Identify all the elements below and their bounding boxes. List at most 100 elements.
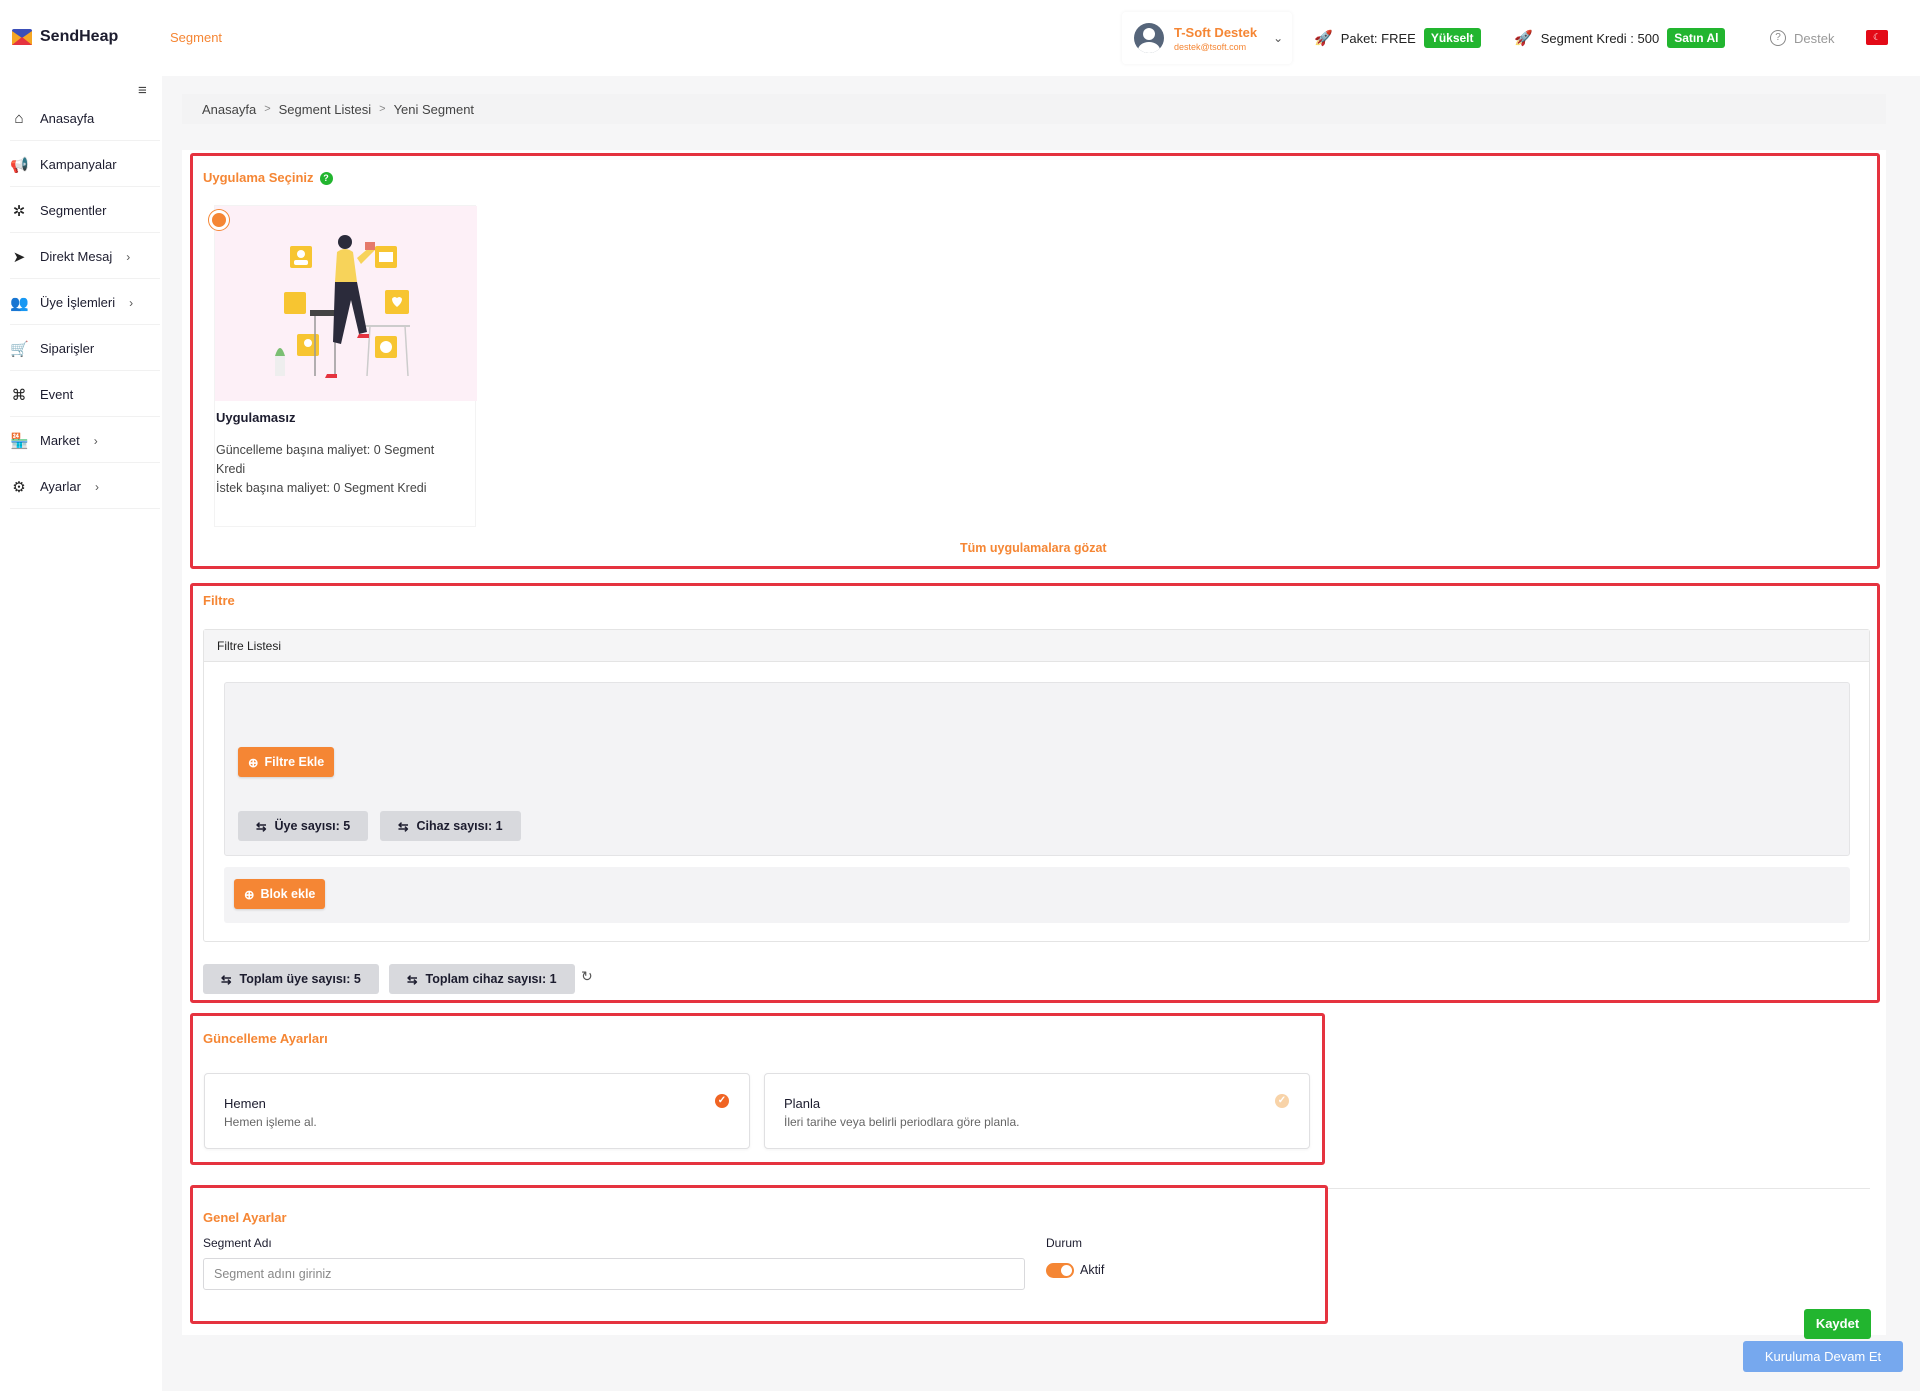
filter-title: Filtre	[203, 593, 235, 608]
general-settings-section	[190, 1185, 1328, 1324]
sidebar-item-kampanyalar[interactable]: 📢 Kampanyalar	[10, 143, 160, 187]
app-name: SendHeap	[40, 28, 119, 45]
page-tag: Segment	[170, 30, 223, 45]
chevron-right-icon: ›	[94, 479, 99, 494]
cost-update-text: Güncelleme başına maliyet: 0 Segment Kre…	[216, 443, 435, 476]
option-title: Planla	[784, 1096, 821, 1111]
general-settings-title: Genel Ayarlar	[203, 1210, 287, 1225]
app-radio-selected[interactable]	[209, 210, 229, 230]
package-info: 🚀 Paket: FREE Yükselt	[1304, 12, 1491, 64]
filter-list-panel: Filtre Listesi ⊕ Filtre Ekle ⇆ Üye sayıs…	[203, 629, 1870, 942]
support-link[interactable]: ? Destek	[1760, 12, 1845, 64]
breadcrumb-separator: >	[379, 103, 386, 115]
cost-request-text: İstek başına maliyet: 0 Segment Kredi	[216, 481, 427, 495]
browse-apps-link[interactable]: Tüm uygulamalara gözat	[960, 541, 1107, 555]
app-card-description: Güncelleme başına maliyet: 0 Segment Kre…	[216, 441, 466, 498]
user-menu[interactable]: T-Soft Destek destek@tsoft.com ⌄	[1122, 12, 1292, 64]
breadcrumb: Anasayfa > Segment Listesi > Yeni Segmen…	[182, 94, 1886, 124]
add-filter-button[interactable]: ⊕ Filtre Ekle	[238, 747, 335, 777]
breadcrumb-item: Yeni Segment	[393, 101, 475, 117]
sidebar-item-market[interactable]: 🏪 Market ›	[10, 419, 160, 463]
add-block-label: Blok ekle	[260, 887, 316, 901]
users-icon: 👥	[10, 294, 29, 312]
turkey-flag-icon[interactable]: ☾	[1866, 30, 1888, 45]
status-value: Aktif	[1080, 1263, 1105, 1277]
buy-credit-button[interactable]: Satın Al	[1667, 28, 1726, 48]
filter-list-title: Filtre Listesi	[204, 630, 1869, 662]
sidebar-item-label: Üye İşlemleri	[40, 295, 116, 310]
option-subtitle: İleri tarihe veya belirli periodlara gör…	[784, 1115, 1020, 1129]
member-count-button[interactable]: ⇆ Üye sayısı: 5	[238, 811, 369, 841]
sidebar-item-label: Market	[40, 433, 80, 448]
rocket-icon: 🚀	[1314, 30, 1333, 47]
add-filter-label: Filtre Ekle	[264, 755, 325, 769]
chevron-right-icon: ›	[93, 433, 98, 448]
help-icon[interactable]: ?	[319, 172, 333, 185]
block-row: ⊕ Blok ekle	[224, 867, 1850, 923]
breadcrumb-separator: >	[264, 103, 271, 115]
sidebar-item-ayarlar[interactable]: ⚙ Ayarlar ›	[10, 465, 160, 509]
update-settings-title: Güncelleme Ayarları	[203, 1031, 328, 1046]
sidebar-item-label: Segmentler	[40, 203, 107, 218]
sidebar-item-anasayfa[interactable]: ⌂ Anasayfa	[10, 97, 160, 141]
logo-icon	[12, 29, 32, 45]
person-with-icons-illustration	[275, 235, 410, 378]
rocket-icon: 🚀	[1514, 30, 1533, 47]
option-planla[interactable]: Planla İleri tarihe veya belirli periodl…	[764, 1073, 1310, 1149]
refresh-icon[interactable]: ↻	[581, 968, 593, 985]
app-select-title: Uygulama Seçiniz?	[203, 170, 333, 185]
status-label: Durum	[1046, 1236, 1083, 1250]
total-member-button[interactable]: ⇆ Toplam üye sayısı: 5	[203, 964, 379, 994]
segment-name-label: Segment Adı	[203, 1236, 272, 1250]
plus-circle-icon: ⊕	[244, 887, 255, 902]
segment-name-input[interactable]	[203, 1258, 1025, 1290]
cart-icon: 🛒	[10, 340, 29, 358]
top-bar: SendHeap Segment T-Soft Destek destek@ts…	[0, 0, 1920, 76]
logo[interactable]: SendHeap	[12, 28, 118, 46]
user-email: destek@tsoft.com	[1174, 41, 1247, 52]
sidebar-item-label: Event	[40, 387, 74, 402]
filter-block: ⊕ Filtre Ekle ⇆ Üye sayısı: 5 ⇆ Cihaz sa…	[224, 682, 1850, 856]
sidebar-item-label: Kampanyalar	[40, 157, 117, 172]
option-title: Hemen	[224, 1096, 266, 1111]
add-block-button[interactable]: ⊕ Blok ekle	[234, 879, 326, 909]
avatar	[1134, 23, 1164, 53]
swap-icon: ⇆	[221, 972, 232, 987]
swap-icon: ⇆	[407, 972, 418, 987]
upgrade-button[interactable]: Yükselt	[1423, 28, 1481, 48]
app-select-title-text: Uygulama Seçiniz	[203, 170, 314, 185]
package-label: Paket: FREE	[1340, 30, 1416, 46]
segments-icon: ✲	[12, 202, 26, 220]
check-circle-icon: ✓	[1275, 1094, 1289, 1108]
sidebar-item-event[interactable]: ⌘ Event	[10, 373, 160, 417]
option-hemen[interactable]: Hemen Hemen işleme al. ✓	[204, 1073, 750, 1149]
save-button[interactable]: Kaydet	[1804, 1309, 1871, 1339]
sidebar-item-siparisler[interactable]: 🛒 Siparişler	[10, 327, 160, 371]
total-device-label: Toplam cihaz sayısı: 1	[425, 972, 557, 986]
swap-icon: ⇆	[256, 819, 267, 834]
support-label: Destek	[1794, 30, 1835, 46]
device-count-button[interactable]: ⇆ Cihaz sayısı: 1	[380, 811, 521, 841]
sidebar-item-direkt-mesaj[interactable]: ➤ Direkt Mesaj ›	[10, 235, 160, 279]
total-device-button[interactable]: ⇆ Toplam cihaz sayısı: 1	[389, 964, 575, 994]
command-icon: ⌘	[11, 386, 27, 404]
app-illustration	[215, 206, 477, 401]
breadcrumb-item[interactable]: Segment Listesi	[279, 102, 372, 117]
sidebar-item-uye-islemleri[interactable]: 👥 Üye İşlemleri ›	[10, 281, 160, 325]
chevron-down-icon: ⌄	[1273, 31, 1284, 45]
sidebar-item-label: Anasayfa	[40, 111, 95, 126]
sidebar-item-segmentler[interactable]: ✲ Segmentler	[10, 189, 160, 233]
credit-info: 🚀 Segment Kredi : 500 Satın Al	[1504, 12, 1736, 64]
status-toggle[interactable]	[1046, 1263, 1074, 1278]
help-circle-icon: ?	[1770, 30, 1786, 46]
continue-setup-button[interactable]: Kuruluma Devam Et	[1743, 1341, 1903, 1372]
sidebar-item-label: Direkt Mesaj	[40, 249, 113, 264]
sidebar-item-label: Siparişler	[40, 341, 95, 356]
divider	[1327, 1188, 1870, 1189]
chevron-right-icon: ›	[126, 249, 131, 264]
total-member-label: Toplam üye sayısı: 5	[239, 972, 361, 986]
device-count-label: Cihaz sayısı: 1	[416, 819, 503, 833]
store-icon: 🏪	[10, 432, 29, 450]
home-icon: ⌂	[14, 110, 24, 127]
breadcrumb-item[interactable]: Anasayfa	[202, 102, 256, 117]
